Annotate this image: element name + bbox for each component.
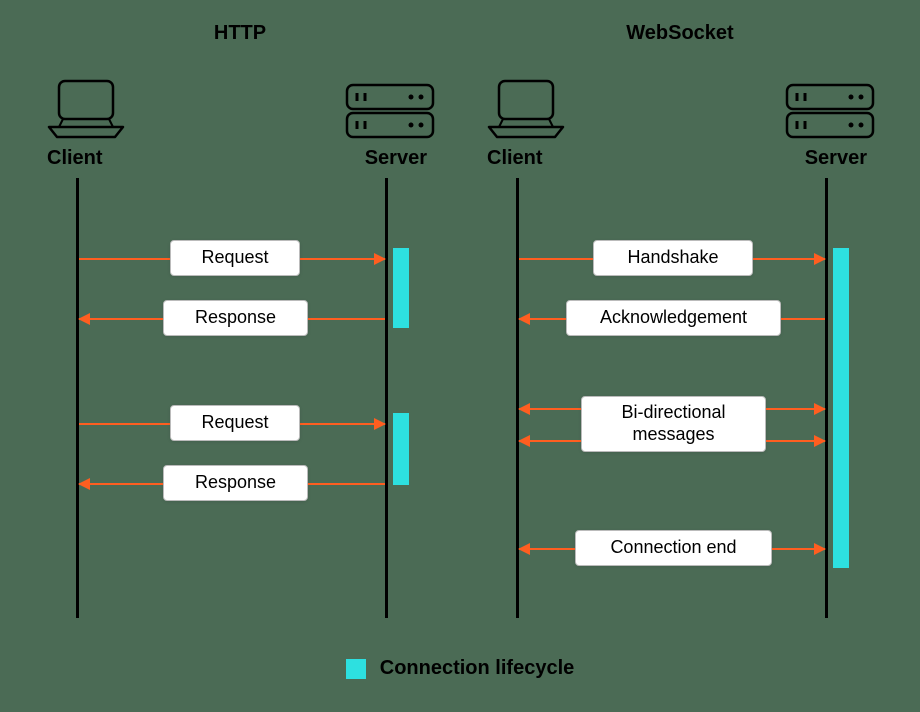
http-title: HTTP xyxy=(35,22,445,45)
legend-swatch xyxy=(346,659,366,679)
websocket-panel: WebSocket C xyxy=(475,0,885,618)
laptop-icon xyxy=(485,77,567,141)
ws-client-icon-wrap xyxy=(485,77,567,141)
http-msg-request2: Request xyxy=(170,405,300,441)
http-client-line xyxy=(76,178,79,618)
http-panel: HTTP Client xyxy=(35,0,445,618)
ws-msg-handshake: Handshake xyxy=(593,240,753,276)
http-labels-row: Client Server xyxy=(35,141,445,170)
http-msg-response2: Response xyxy=(163,465,308,501)
http-client-label: Client xyxy=(47,147,103,170)
laptop-icon xyxy=(45,77,127,141)
http-client-icon-wrap xyxy=(45,77,127,141)
ws-lifecycle xyxy=(833,248,849,568)
http-msg-response1: Response xyxy=(163,300,308,336)
http-msg-request1: Request xyxy=(170,240,300,276)
http-icons-row xyxy=(35,63,445,141)
ws-lane: Handshake Acknowledgement Bi-directional… xyxy=(475,178,885,618)
http-server-line xyxy=(385,178,388,618)
http-lane: Request Response Request Response xyxy=(35,178,445,618)
ws-labels-row: Client Server xyxy=(475,141,885,170)
ws-server-icon-wrap xyxy=(785,83,875,141)
legend: Connection lifecycle xyxy=(0,657,920,680)
http-lifecycle-2 xyxy=(393,413,409,485)
server-icon xyxy=(785,83,875,141)
http-server-label: Server xyxy=(365,147,427,170)
websocket-title: WebSocket xyxy=(475,22,885,45)
ws-msg-end: Connection end xyxy=(575,530,772,566)
legend-label: Connection lifecycle xyxy=(380,657,575,680)
ws-msg-ack: Acknowledgement xyxy=(566,300,781,336)
ws-icons-row xyxy=(475,63,885,141)
ws-server-label: Server xyxy=(805,147,867,170)
http-lifecycle-1 xyxy=(393,248,409,328)
ws-msg-bi: Bi-directional messages xyxy=(581,396,766,452)
server-icon xyxy=(345,83,435,141)
ws-client-label: Client xyxy=(487,147,543,170)
http-server-icon-wrap xyxy=(345,83,435,141)
